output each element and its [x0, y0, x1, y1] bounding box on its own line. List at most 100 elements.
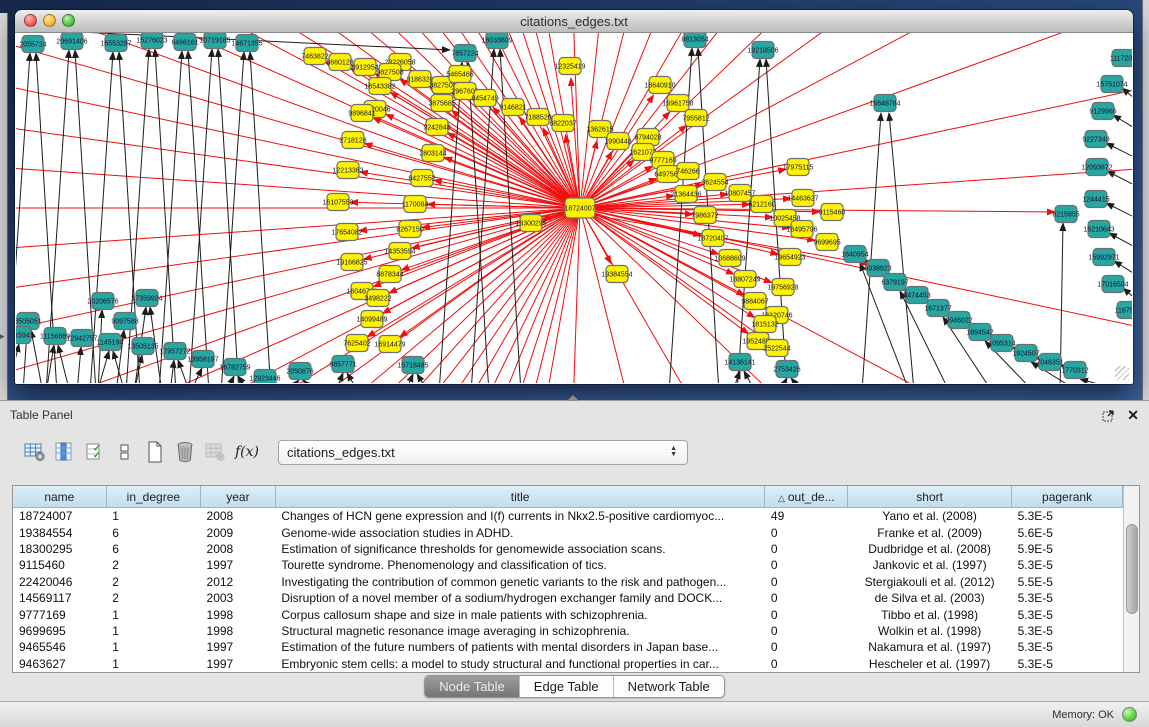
table-row[interactable]: 946554611997Estimation of the future num…: [13, 639, 1123, 655]
graph-node[interactable]: 12213363: [332, 162, 363, 179]
graph-node[interactable]: 16543382: [364, 78, 395, 95]
column-header-short[interactable]: short: [848, 486, 1012, 508]
graph-node[interactable]: 3875685: [428, 95, 455, 112]
graph-node[interactable]: 13958187: [187, 351, 218, 368]
graph-node[interactable]: 16553287: [100, 35, 131, 52]
graph-node[interactable]: 2055724: [19, 36, 46, 53]
graph-node[interactable]: 7463822: [301, 48, 328, 65]
column-header-title[interactable]: title: [275, 486, 765, 508]
graph-node[interactable]: 2522544: [763, 340, 790, 357]
graph-node[interactable]: 17654082: [331, 224, 362, 241]
graph-node[interactable]: 17016504: [1097, 276, 1128, 293]
table-settings-button[interactable]: [20, 438, 50, 466]
graph-node[interactable]: 9115460: [819, 204, 846, 221]
graph-node[interactable]: 7625402: [343, 335, 370, 352]
graph-node[interactable]: 7857224: [451, 45, 478, 62]
graph-node[interactable]: 2050876: [286, 363, 313, 380]
graph-node[interactable]: 1170084: [402, 196, 429, 213]
graph-node[interactable]: 18495796: [786, 221, 817, 238]
column-header-pagerank[interactable]: pagerank: [1012, 486, 1123, 508]
graph-node[interactable]: 8822037: [549, 115, 576, 132]
column-header-year[interactable]: year: [201, 486, 276, 508]
graph-node[interactable]: 9474453: [903, 287, 930, 304]
graph-node[interactable]: 17957272: [159, 343, 190, 360]
graph-node[interactable]: 3624554: [701, 174, 728, 191]
table-row[interactable]: 1830029562008Estimation of significance …: [13, 541, 1123, 557]
graph-node[interactable]: 14136141: [724, 354, 755, 371]
graph-node[interactable]: 12923446: [249, 370, 280, 384]
graph-node[interactable]: 13505135: [127, 338, 158, 355]
graph-node[interactable]: 3498222: [364, 290, 391, 307]
graph-node[interactable]: 14099489: [356, 311, 387, 328]
graph-node[interactable]: 7955812: [682, 110, 709, 127]
graph-node[interactable]: 1095314: [988, 335, 1015, 352]
graph-node[interactable]: 2718126: [339, 132, 366, 149]
graph-node[interactable]: 9946022: [945, 312, 972, 329]
panel-splitter-handle[interactable]: [567, 395, 579, 401]
graph-node[interactable]: 8454749: [471, 90, 498, 107]
float-panel-icon[interactable]: [1102, 409, 1115, 422]
graph-node[interactable]: 5465466: [446, 66, 473, 83]
table-row[interactable]: 1456911722003Disruption of a novel membe…: [13, 590, 1123, 606]
graph-node[interactable]: 17359924: [131, 290, 162, 307]
graph-node[interactable]: 8878344: [376, 266, 403, 283]
graph-node[interactable]: 1145194: [97, 334, 124, 351]
select-columns-button[interactable]: ✓✓: [80, 438, 110, 466]
graph-node[interactable]: 16782759: [219, 359, 250, 376]
graph-node[interactable]: 8215955: [1052, 206, 1079, 223]
graph-node[interactable]: 9242848: [423, 119, 450, 136]
tab-node-table[interactable]: Node Table: [425, 676, 519, 697]
graph-node[interactable]: 14463627: [787, 190, 818, 207]
show-columns-button[interactable]: [50, 438, 80, 466]
graph-node[interactable]: 14353594: [384, 243, 415, 260]
graph-node[interactable]: 1894542: [966, 324, 993, 341]
graph-node[interactable]: 14671355: [231, 35, 262, 52]
graph-node[interactable]: 9884067: [741, 293, 768, 310]
graph-node[interactable]: 9896841: [348, 105, 375, 122]
table-row[interactable]: 1938455462009Genome-wide association stu…: [13, 524, 1123, 540]
graph-node[interactable]: 9699695: [813, 234, 840, 251]
table-selector-dropdown[interactable]: citations_edges.txt ▲▼: [278, 440, 688, 465]
graph-node[interactable]: 16914479: [374, 336, 405, 353]
graph-node[interactable]: 20691406: [56, 33, 87, 50]
graph-node[interactable]: 19166825: [336, 254, 367, 271]
graph-node[interactable]: 12942757: [66, 330, 97, 347]
table-row[interactable]: 946362711997Embryonic stem cells: a mode…: [13, 656, 1123, 672]
graph-node[interactable]: 9146821: [499, 99, 526, 116]
window-titlebar[interactable]: citations_edges.txt: [15, 10, 1133, 33]
graph-node[interactable]: 1671377: [924, 300, 951, 317]
table-scrollbar-track[interactable]: [1123, 486, 1139, 672]
graph-node[interactable]: 19654923: [774, 249, 805, 266]
graph-node[interactable]: 1770312: [1061, 362, 1088, 379]
graph-node[interactable]: 8912954: [351, 59, 378, 76]
graph-node[interactable]: 21364436: [670, 186, 701, 203]
minimize-button[interactable]: [43, 14, 56, 27]
graph-node[interactable]: 2803144: [419, 145, 446, 162]
graph-node[interactable]: 1640954: [841, 246, 868, 263]
graph-node[interactable]: 19384554: [601, 266, 632, 283]
table-row[interactable]: 977716911998Corpus callosum shape and si…: [13, 606, 1123, 622]
table-row[interactable]: 1872400712008Changes of HCN gene express…: [13, 508, 1123, 525]
tab-network-table[interactable]: Network Table: [613, 676, 724, 697]
graph-node[interactable]: 1815132: [751, 316, 778, 333]
tab-edge-table[interactable]: Edge Table: [519, 676, 613, 697]
graph-node[interactable]: 18300295: [515, 215, 546, 232]
graph-node[interactable]: 7188520: [524, 109, 551, 126]
graph-node[interactable]: 10719185: [199, 33, 230, 49]
table-row[interactable]: 2242004622012Investigating the contribut…: [13, 574, 1123, 590]
close-button[interactable]: [24, 14, 37, 27]
row-display-button[interactable]: [110, 438, 140, 466]
graph-node[interactable]: 16648784: [869, 95, 900, 112]
graph-node[interactable]: 6379197: [881, 274, 908, 291]
table-row[interactable]: 969969511998Structural magnetic resonanc…: [13, 623, 1123, 639]
graph-node[interactable]: 746266: [676, 163, 699, 180]
graph-node[interactable]: 6212160: [748, 196, 775, 213]
graph-node[interactable]: 16033809: [481, 33, 512, 49]
graph-node[interactable]: 7046351: [1036, 354, 1063, 371]
graph-node[interactable]: 2753426: [773, 361, 800, 378]
graph-node[interactable]: 1167530: [1115, 302, 1132, 319]
graph-node[interactable]: 1117204: [1110, 50, 1132, 67]
graph-node[interactable]: 15718485: [397, 357, 428, 374]
column-header-in-degree[interactable]: in_degree: [106, 486, 200, 508]
column-header-name[interactable]: name: [13, 486, 106, 508]
